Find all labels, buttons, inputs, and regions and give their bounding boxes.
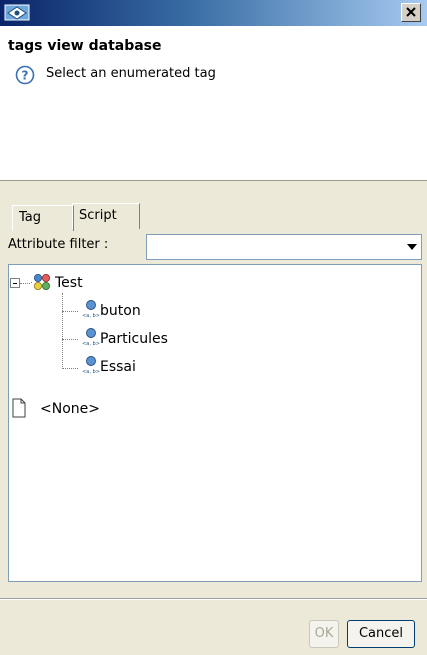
tree-item-label: Particules bbox=[100, 331, 168, 347]
tree-connector bbox=[62, 293, 63, 369]
svg-text:?: ? bbox=[22, 69, 29, 83]
tab-script[interactable]: Script bbox=[72, 203, 140, 229]
tree-item-label: <None> bbox=[40, 401, 100, 417]
tree-item-essai[interactable]: Essai bbox=[100, 357, 136, 377]
title-bar bbox=[0, 0, 427, 26]
tree-connector bbox=[62, 339, 78, 340]
tab-tag-label: Tag bbox=[19, 210, 42, 225]
attribute-filter-label: Attribute filter : bbox=[8, 237, 109, 252]
tree-item-buton[interactable]: buton bbox=[100, 301, 141, 321]
dialog-message: Select an enumerated tag bbox=[46, 66, 216, 81]
tag-icon-badge: <a, b> bbox=[82, 341, 100, 347]
tag-icon-badge: <a, b> bbox=[82, 369, 100, 375]
tree-connector bbox=[62, 368, 78, 369]
tree-connector bbox=[62, 311, 78, 312]
cancel-button[interactable]: Cancel bbox=[347, 620, 415, 648]
tag-group-icon bbox=[33, 273, 51, 291]
attribute-filter-select[interactable] bbox=[146, 234, 422, 260]
tree-connector bbox=[20, 283, 30, 284]
tab-script-label: Script bbox=[79, 208, 117, 223]
tag-icon: <a, b> bbox=[80, 355, 100, 375]
tree-item-label: buton bbox=[100, 303, 141, 319]
tag-icon-badge: <a, b> bbox=[82, 313, 100, 319]
close-icon bbox=[406, 7, 416, 17]
tree-item-none[interactable]: <None> bbox=[40, 399, 100, 419]
collapse-toggle[interactable] bbox=[10, 278, 20, 288]
tree-item-particules[interactable]: Particules bbox=[100, 329, 168, 349]
tab-tag[interactable]: Tag bbox=[12, 205, 74, 231]
tree-item-test[interactable]: Test bbox=[55, 273, 83, 293]
help-icon: ? bbox=[15, 65, 35, 85]
ok-button[interactable]: OK bbox=[309, 620, 339, 648]
document-icon bbox=[10, 398, 28, 418]
tree-item-label: Essai bbox=[100, 359, 136, 375]
app-icon bbox=[4, 4, 32, 22]
tree-item-label: Test bbox=[55, 275, 83, 291]
tag-icon: <a, b> bbox=[80, 299, 100, 319]
dialog-title: tags view database bbox=[8, 38, 162, 54]
chevron-down-icon[interactable] bbox=[407, 244, 417, 250]
close-button[interactable] bbox=[401, 3, 421, 22]
footer-separator bbox=[0, 598, 427, 600]
tree-connector bbox=[31, 282, 32, 283]
tag-icon: <a, b> bbox=[80, 327, 100, 347]
